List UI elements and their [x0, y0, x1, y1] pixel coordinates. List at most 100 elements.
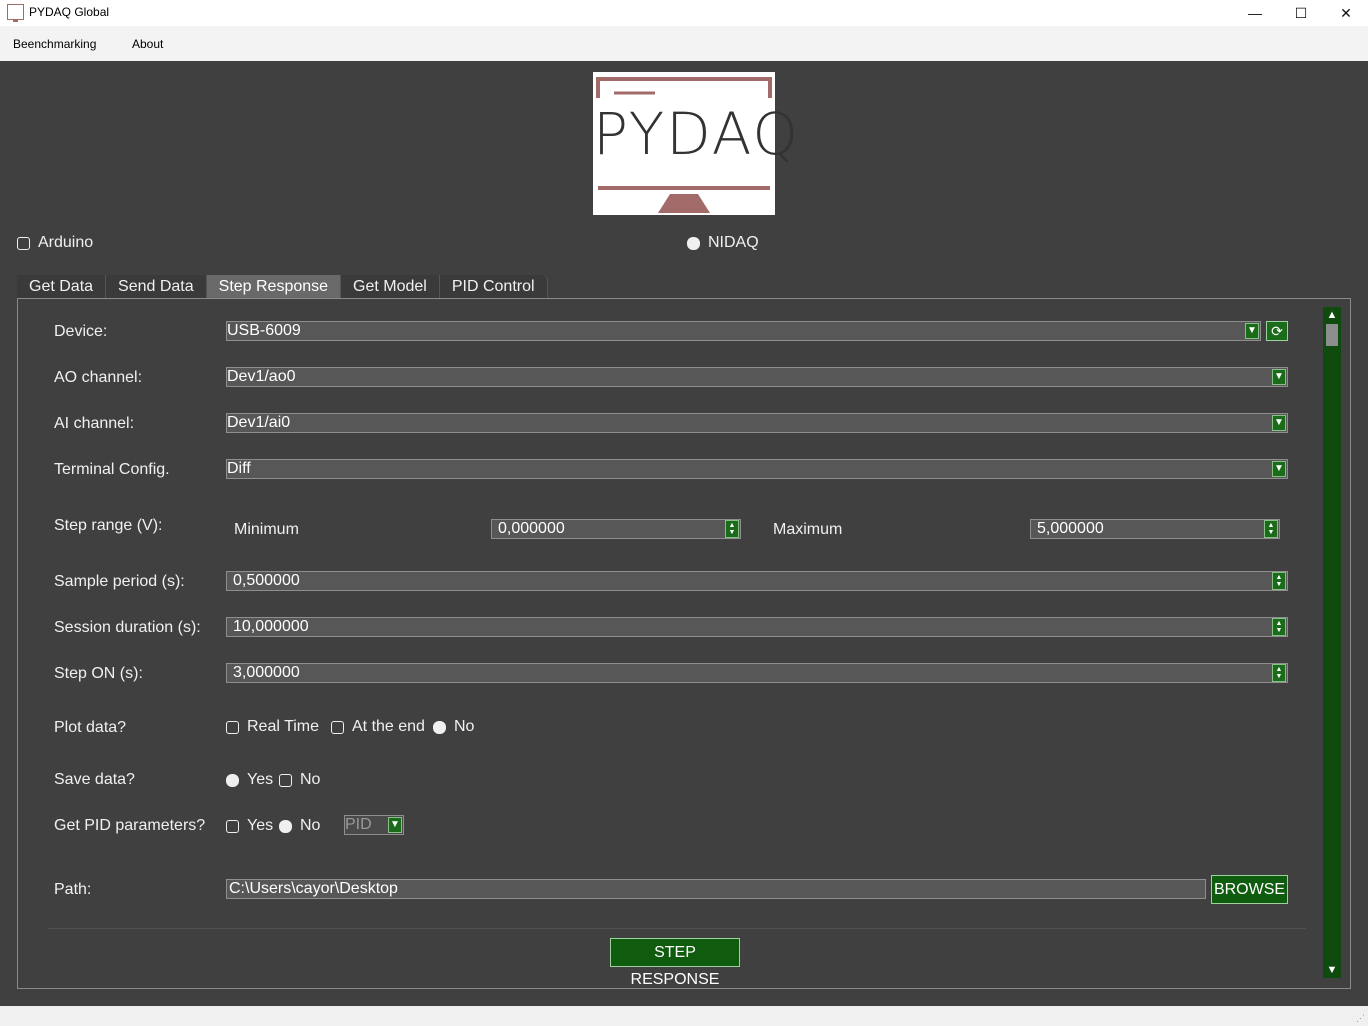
title-bar: PYDAQ Global — ☐ ✕	[0, 0, 1368, 26]
plot-no-label: No	[454, 718, 475, 735]
maximum-value: 5,000000	[1037, 520, 1104, 537]
chevron-down-icon: ▼	[388, 817, 402, 833]
scroll-up-icon[interactable]: ▲	[1324, 308, 1340, 322]
plot-at-end-label: At the end	[352, 718, 425, 735]
ai-channel-select[interactable]: Dev1/ai0 ▼	[226, 413, 1288, 433]
logo-text: PYDAQ	[593, 100, 801, 168]
divider	[48, 928, 1306, 929]
sample-period-label: Sample period (s):	[54, 573, 185, 590]
resize-grip-icon[interactable]: ⋰	[1356, 1013, 1365, 1024]
path-input[interactable]: C:\Users\cayor\Desktop	[226, 879, 1206, 899]
maximum-label: Maximum	[773, 521, 843, 538]
sample-period-value: 0,500000	[233, 572, 300, 589]
pid-type-value: PID	[345, 816, 372, 833]
minimum-label: Minimum	[234, 521, 299, 538]
arduino-label: Arduino	[38, 234, 94, 251]
checkbox-icon	[279, 773, 292, 787]
pid-no-checkbox[interactable]: No	[279, 817, 320, 835]
terminal-config-label: Terminal Config.	[54, 461, 170, 478]
checkbox-checked-icon	[226, 773, 239, 787]
nidaq-label: NIDAQ	[708, 234, 759, 251]
nidaq-checkbox[interactable]: NIDAQ	[687, 234, 759, 252]
device-select[interactable]: USB-6009 ▼	[226, 321, 1261, 341]
close-button[interactable]: ✕	[1323, 0, 1368, 26]
plot-realtime-label: Real Time	[247, 718, 320, 735]
checkbox-icon	[226, 720, 239, 734]
save-yes-checkbox[interactable]: Yes	[226, 771, 273, 789]
checkbox-icon	[226, 819, 239, 833]
spin-arrows-icon[interactable]: ▲ ▼	[725, 520, 739, 538]
session-duration-label: Session duration (s):	[54, 619, 201, 636]
step-on-spinbox[interactable]: 3,000000 ▲ ▼	[226, 663, 1288, 683]
pid-yes-label: Yes	[247, 817, 274, 834]
ao-channel-select[interactable]: Dev1/ao0 ▼	[226, 367, 1288, 387]
spin-arrows-icon[interactable]: ▲ ▼	[1272, 618, 1286, 636]
pydaq-logo: PYDAQ	[593, 72, 801, 215]
window-title: PYDAQ Global	[29, 5, 110, 19]
path-label: Path:	[54, 881, 92, 898]
ai-channel-value: Dev1/ai0	[227, 414, 291, 431]
maximum-spinbox[interactable]: 5,000000 ▲ ▼	[1030, 519, 1280, 539]
step-range-label: Step range (V):	[54, 517, 163, 534]
ao-channel-label: AO channel:	[54, 369, 143, 386]
chevron-down-icon: ▼	[1245, 323, 1259, 339]
pid-params-label: Get PID parameters?	[54, 817, 206, 834]
scroll-down-icon[interactable]: ▼	[1324, 963, 1340, 977]
plot-realtime-checkbox[interactable]: Real Time	[226, 718, 319, 736]
checkbox-icon	[331, 720, 344, 734]
terminal-config-select[interactable]: Diff ▼	[226, 459, 1288, 479]
tab-bar: Get Data Send Data Step Response Get Mod…	[17, 275, 548, 299]
terminal-config-value: Diff	[227, 460, 251, 477]
menu-about[interactable]: About	[132, 37, 163, 51]
device-value: USB-6009	[227, 322, 301, 339]
session-duration-value: 10,000000	[233, 618, 309, 635]
session-duration-spinbox[interactable]: 10,000000 ▲ ▼	[226, 617, 1288, 637]
ai-channel-label: AI channel:	[54, 415, 135, 432]
step-response-button[interactable]: STEP RESPONSE	[610, 938, 740, 988]
arduino-checkbox[interactable]: Arduino	[17, 234, 93, 252]
save-no-checkbox[interactable]: No	[279, 771, 320, 789]
chevron-down-icon: ▼	[1272, 369, 1286, 385]
save-no-label: No	[300, 771, 321, 788]
tab-send-data[interactable]: Send Data	[106, 275, 207, 299]
device-label: Device:	[54, 323, 108, 340]
pid-no-label: No	[300, 817, 321, 834]
chevron-down-icon: ▼	[1272, 415, 1286, 431]
path-value: C:\Users\cayor\Desktop	[229, 880, 398, 897]
checkbox-checked-icon	[687, 236, 700, 250]
plot-data-label: Plot data?	[54, 719, 127, 736]
maximize-button[interactable]: ☐	[1278, 0, 1324, 26]
sample-period-spinbox[interactable]: 0,500000 ▲ ▼	[226, 571, 1288, 591]
minimize-button[interactable]: —	[1232, 0, 1278, 26]
ao-channel-value: Dev1/ao0	[227, 368, 296, 385]
tab-get-model[interactable]: Get Model	[341, 275, 440, 299]
spin-arrows-icon[interactable]: ▲ ▼	[1272, 572, 1286, 590]
vertical-scrollbar[interactable]: ▲ ▼	[1323, 307, 1341, 978]
spin-arrows-icon[interactable]: ▲ ▼	[1272, 664, 1286, 682]
checkbox-checked-icon	[279, 819, 292, 833]
step-on-label: Step ON (s):	[54, 665, 143, 682]
status-bar: ⋰	[0, 1006, 1368, 1026]
scroll-thumb[interactable]	[1326, 324, 1338, 346]
pid-type-select[interactable]: PID ▼	[344, 815, 404, 835]
chevron-down-icon: ▼	[1272, 461, 1286, 477]
menu-bar: Beenchmarking About	[0, 26, 1368, 61]
checkbox-checked-icon	[433, 720, 446, 734]
minimum-spinbox[interactable]: 0,000000 ▲ ▼	[491, 519, 741, 539]
minimum-value: 0,000000	[498, 520, 565, 537]
browse-button[interactable]: BROWSE	[1211, 875, 1288, 904]
tab-get-data[interactable]: Get Data	[17, 275, 107, 299]
save-yes-label: Yes	[247, 771, 274, 788]
plot-no-checkbox[interactable]: No	[433, 718, 474, 736]
pid-yes-checkbox[interactable]: Yes	[226, 817, 273, 835]
save-data-label: Save data?	[54, 771, 135, 788]
tab-step-response[interactable]: Step Response	[206, 275, 342, 299]
step-on-value: 3,000000	[233, 664, 300, 681]
checkbox-icon	[17, 236, 30, 250]
refresh-icon[interactable]: ⟳	[1266, 321, 1288, 341]
tab-pid-control[interactable]: PID Control	[439, 275, 548, 299]
plot-at-end-checkbox[interactable]: At the end	[331, 718, 425, 736]
menu-benchmarking[interactable]: Beenchmarking	[13, 37, 96, 51]
app-icon	[7, 4, 24, 22]
spin-arrows-icon[interactable]: ▲ ▼	[1264, 520, 1278, 538]
